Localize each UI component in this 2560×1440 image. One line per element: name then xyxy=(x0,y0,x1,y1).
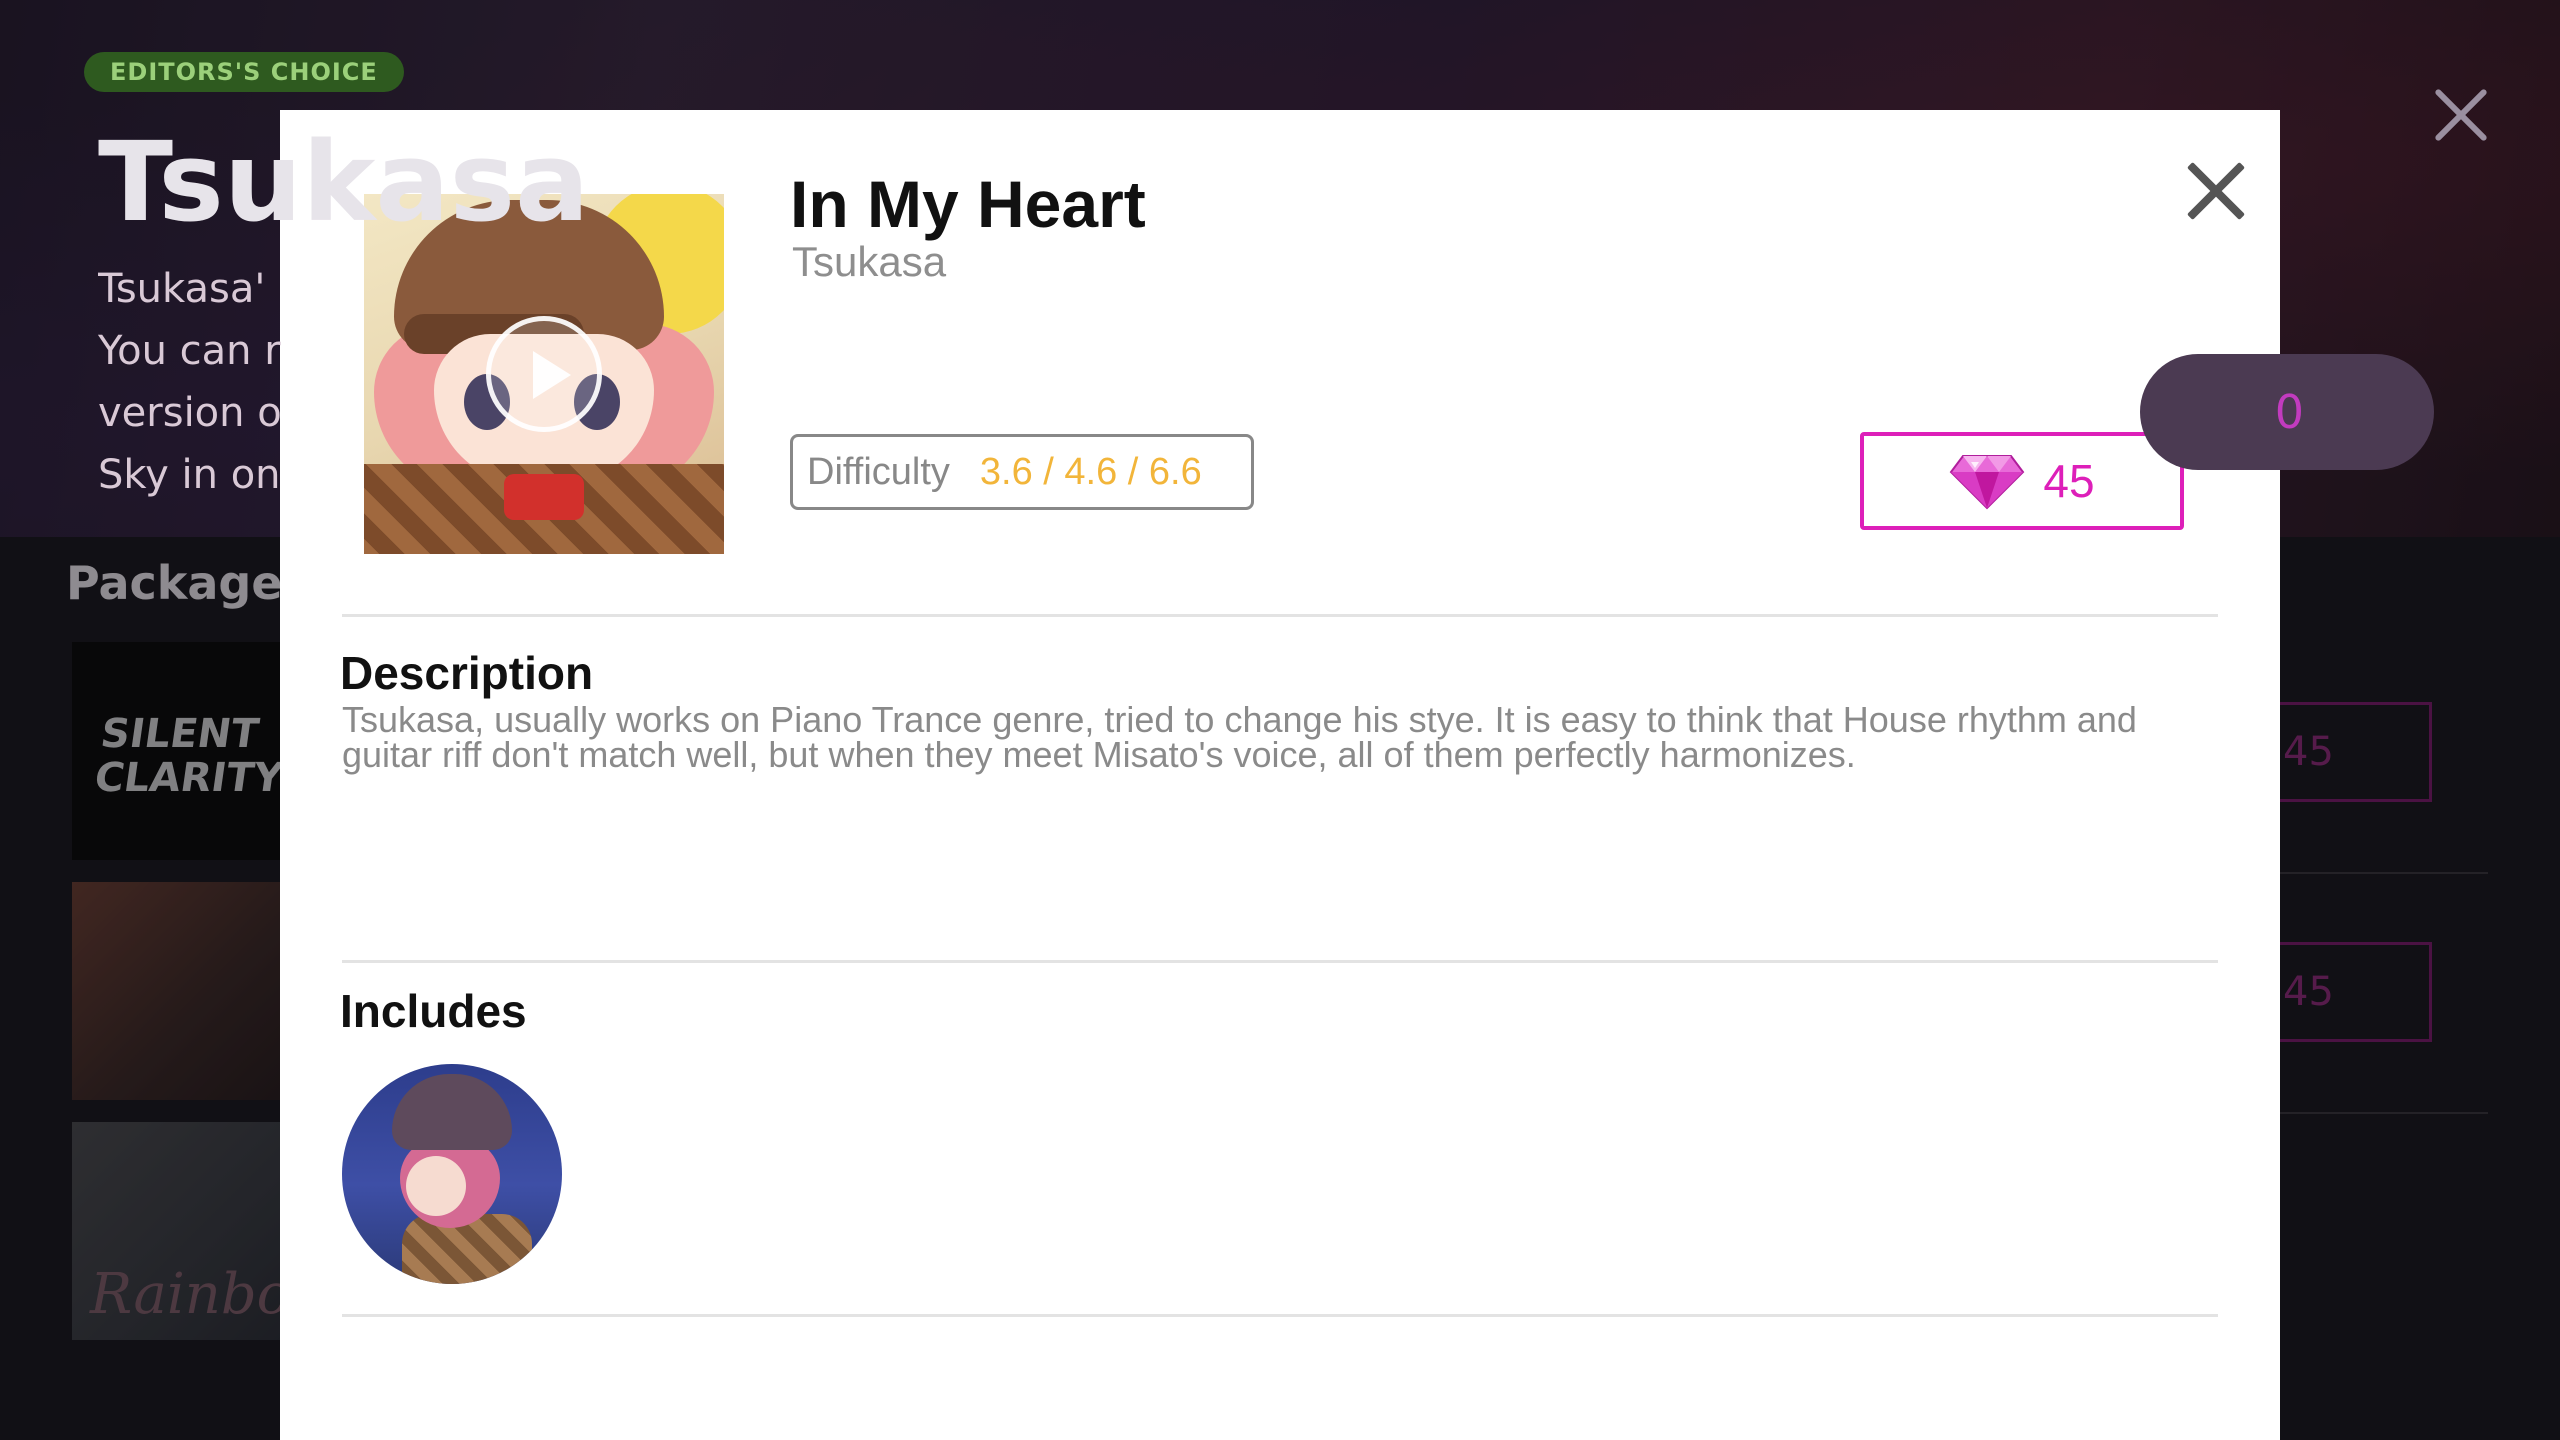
divider xyxy=(342,614,2218,617)
background-title: Tsukasa xyxy=(98,118,590,246)
included-character-avatar[interactable] xyxy=(342,1064,562,1284)
divider xyxy=(342,960,2218,963)
price-amount: 45 xyxy=(2043,455,2095,507)
song-artist: Tsukasa xyxy=(792,238,947,285)
difficulty-box: Difficulty 3.6 / 4.6 / 6.6 xyxy=(790,434,1254,510)
song-cover-art xyxy=(364,194,724,554)
close-icon[interactable] xyxy=(2178,152,2254,228)
song-title: In My Heart xyxy=(790,167,1146,241)
includes-heading: Includes xyxy=(340,985,527,1037)
purchase-button[interactable]: 45 xyxy=(1860,432,2184,530)
song-detail-modal: In My Heart Tsukasa Difficulty 3.6 / 4.6… xyxy=(280,110,2280,1440)
editors-choice-badge: EDITORS'S CHOICE xyxy=(84,52,404,92)
difficulty-label: Difficulty xyxy=(807,450,950,493)
description-heading: Description xyxy=(340,647,594,699)
play-icon[interactable] xyxy=(486,316,602,432)
background-close-icon[interactable] xyxy=(2432,84,2492,144)
gem-icon xyxy=(1950,455,2025,510)
description-text: Tsukasa, usually works on Piano Trance g… xyxy=(342,699,2137,775)
background-buy-button[interactable]: 0 xyxy=(2140,354,2434,470)
background-description: Tsukasa' You can r version o Sky in on xyxy=(98,266,282,498)
difficulty-values: 3.6 / 4.6 / 6.6 xyxy=(979,450,1202,493)
divider xyxy=(342,1314,2218,1317)
